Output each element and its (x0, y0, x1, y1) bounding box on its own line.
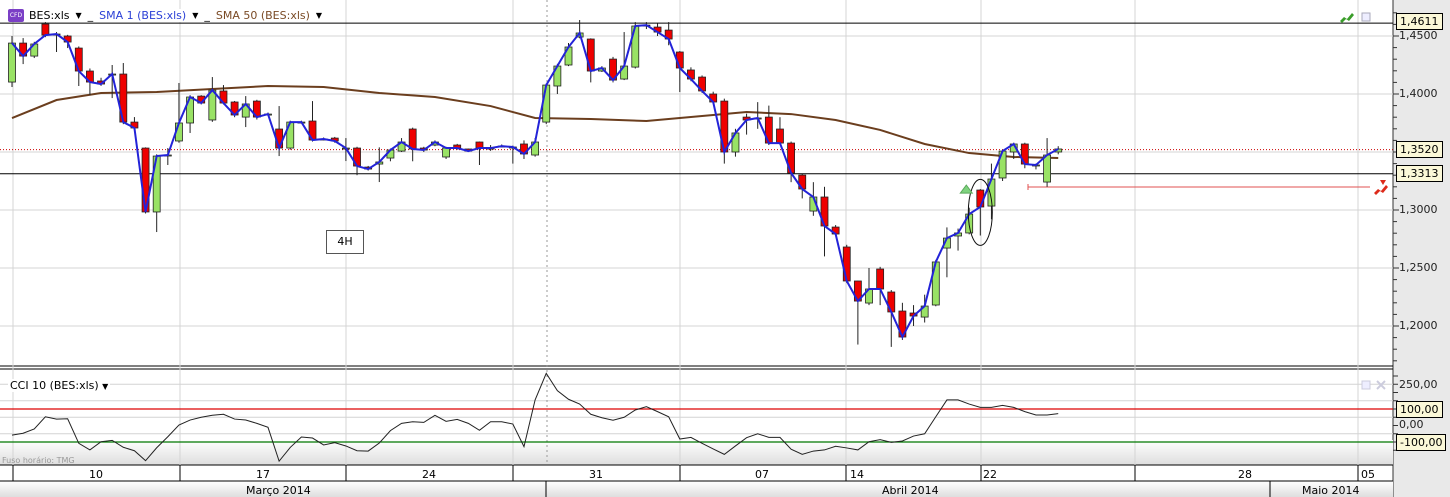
candles (8, 19, 1063, 347)
candle-down (41, 23, 50, 36)
y-tick-label: 1,3000 (1399, 203, 1438, 216)
cci-label[interactable]: CCI 10 (BES:xls) (10, 379, 99, 392)
cci-close-icon[interactable] (1376, 380, 1386, 390)
sma50-dropdown-icon[interactable]: ▼ (312, 11, 326, 20)
cci-level-upper: 100,00 (1396, 401, 1443, 418)
sma50-label[interactable]: SMA 50 (BES:xls) (212, 9, 313, 22)
x-day-label: 31 (589, 468, 603, 481)
cci-tick-label: 0,00 (1399, 418, 1424, 431)
instrument-dropdown-icon[interactable]: ▼ (72, 11, 85, 20)
instrument-label[interactable]: BES:xls (26, 9, 73, 22)
y-tick-label: 1,2000 (1399, 319, 1438, 332)
trend-up-icon[interactable] (1340, 13, 1354, 23)
x-day-label: 10 (89, 468, 103, 481)
price-marker-high: 1,4611 (1396, 13, 1443, 30)
cci-legend: CCI 10 (BES:xls) ▼ (8, 379, 111, 392)
grid (0, 0, 1399, 497)
legend-separator: _ (84, 9, 97, 22)
month-axis-row (0, 481, 1393, 497)
cci-pane-shade (0, 440, 1393, 465)
sma1-dropdown-icon[interactable]: ▼ (189, 11, 202, 20)
legend-separator: _ (201, 9, 213, 22)
y-tick-label: 1,4000 (1399, 87, 1438, 100)
cci-level-lower: -100,00 (1396, 434, 1447, 451)
x-day-label: 05 (1361, 468, 1375, 481)
cci-restore-icon[interactable] (1361, 380, 1371, 390)
timezone-label: Fuso horário: TMG (2, 456, 75, 465)
candle-up (8, 42, 16, 83)
candle-up (208, 89, 217, 121)
sma1-label[interactable]: SMA 1 (BES:xls) (96, 9, 190, 22)
cci-dropdown-icon[interactable]: ▼ (102, 382, 108, 391)
price-marker-last: 1,3520 (1396, 141, 1443, 158)
x-day-label: 14 (850, 468, 864, 481)
candle-up (442, 147, 450, 158)
cfd-badge-icon: CFD (8, 9, 24, 22)
candle-down (408, 128, 417, 150)
trend-down-alert-icon[interactable] (1374, 185, 1388, 195)
x-day-label: 17 (256, 468, 270, 481)
y-tick-label: 1,4500 (1399, 29, 1438, 42)
candle-down (876, 268, 885, 290)
candle-down (586, 38, 595, 72)
alert-arrow-icon[interactable] (1380, 180, 1386, 185)
price-marker-level: 1,3313 (1396, 165, 1443, 182)
sma1-line (11, 24, 1059, 340)
candle-up (542, 84, 551, 123)
candle-up (1043, 154, 1051, 183)
buy-signal-triangle-icon[interactable] (959, 184, 974, 194)
chart-canvas[interactable] (0, 0, 1450, 497)
candle-down (776, 128, 784, 144)
candle-down (74, 47, 83, 72)
x-day-label: 07 (755, 468, 769, 481)
x-month-label: Março 2014 (246, 484, 311, 497)
candle-down (842, 246, 851, 282)
x-day-label: 24 (422, 468, 436, 481)
x-month-label: Abril 2014 (882, 484, 939, 497)
window-restore-icon[interactable] (1361, 12, 1371, 22)
timeframe-label[interactable]: 4H (326, 230, 364, 254)
chart-legend: CFD BES:xls ▼ _ SMA 1 (BES:xls) ▼ _ SMA … (8, 9, 326, 22)
y-tick-label: 1,2500 (1399, 261, 1438, 274)
x-day-label: 28 (1238, 468, 1252, 481)
x-day-label: 22 (983, 468, 997, 481)
x-month-label: Maio 2014 (1302, 484, 1360, 497)
cci-tick-label: 250,00 (1399, 378, 1438, 391)
